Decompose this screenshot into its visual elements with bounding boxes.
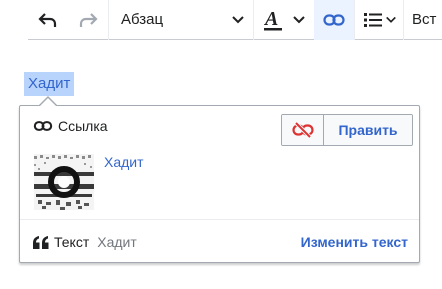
editor-toolbar: Абзац A Вст [28,0,442,40]
popup-divider [20,219,419,220]
text-value: Хадит [97,234,137,250]
redo-icon [79,12,98,27]
link-icon [33,121,53,131]
text-style-icon: A [263,8,282,30]
undo-icon [38,12,57,27]
popup-footer: Текст Хадит Изменить текст [33,234,408,250]
popup-title: Ссылка [58,118,108,134]
unlink-button[interactable] [282,115,324,145]
unlink-icon [291,122,314,138]
page-thumbnail [34,154,94,210]
linked-page-title[interactable]: Хадит [104,154,144,170]
change-text-link[interactable]: Изменить текст [301,234,408,250]
popup-header: Ссылка [33,118,108,134]
popup-pointer-fill [39,98,57,107]
redo-button[interactable] [68,0,108,40]
text-style-dropdown[interactable]: A [254,0,314,40]
svg-text:A: A [263,8,278,30]
popup-actions: Править [281,114,413,146]
selected-link-text[interactable]: Хадит [24,72,75,96]
insert-dropdown[interactable]: Вст [404,0,442,40]
link-context-popup: Ссылка Править Хадит Текст Хадит Изменит… [19,105,420,263]
quote-icon [33,235,49,249]
chevron-down-icon [293,15,305,23]
chevron-down-icon [232,15,244,23]
undo-button[interactable] [28,0,68,40]
edit-link-button[interactable]: Править [324,115,412,145]
insert-label: Вст [412,11,437,28]
text-label: Текст [54,234,90,250]
format-dropdown[interactable]: Абзац [109,0,253,40]
link-icon [323,13,345,26]
list-dropdown[interactable] [355,0,403,40]
link-button[interactable] [314,0,354,40]
chevron-down-icon [386,16,396,23]
bulleted-list-icon [364,12,382,27]
format-label: Абзац [121,11,164,28]
